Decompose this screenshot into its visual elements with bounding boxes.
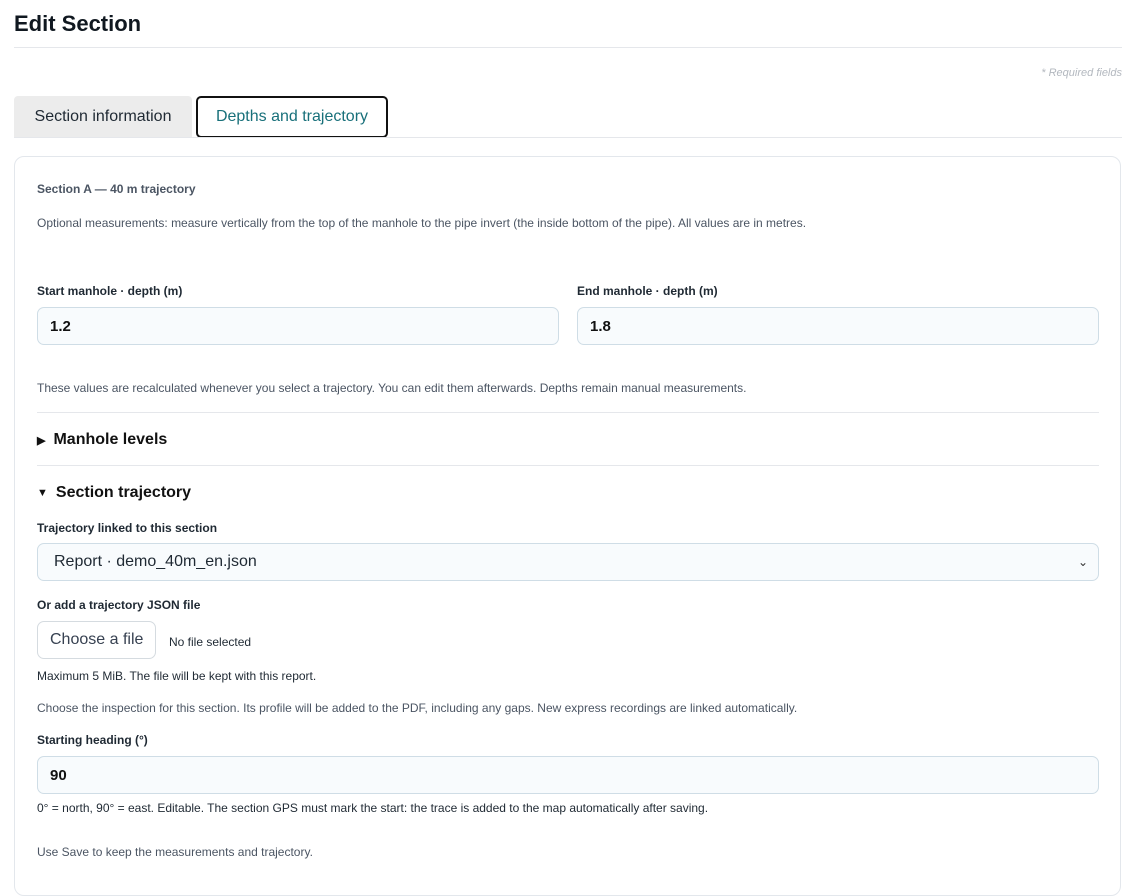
choose-file-button[interactable]: Choose a file (37, 621, 157, 659)
start-depth-label: Start manhole · depth (m) (37, 284, 183, 298)
measurement-intro: Optional measurements: measure verticall… (37, 216, 807, 230)
depths-trajectory-panel: Section A — 40 m trajectory Optional mea… (14, 156, 1121, 896)
starting-heading-input[interactable]: 90 (37, 756, 1099, 794)
end-depth-label: End manhole · depth (m) (577, 284, 718, 298)
tabs-divider (14, 137, 1122, 138)
trajectory-select[interactable]: Report · demo_40m_en.json ⌄ (37, 543, 1099, 581)
file-size-hint: Maximum 5 MiB. The file will be kept wit… (37, 669, 317, 683)
manhole-levels-toggle[interactable]: ▶ Manhole levels (37, 431, 167, 449)
end-depth-input[interactable]: 1.8 (577, 307, 1099, 345)
recalculation-note: These values are recalculated whenever y… (37, 381, 747, 395)
file-upload-label: Or add a trajectory JSON file (37, 598, 201, 612)
page-title: Edit Section (14, 11, 142, 36)
title-divider (14, 47, 1122, 48)
tab-bar: Section information Depths and trajector… (14, 96, 388, 138)
triangle-down-icon: ▼ (37, 487, 48, 499)
file-status: No file selected (169, 635, 252, 649)
section-trajectory-toggle[interactable]: ▼ Section trajectory (37, 484, 191, 502)
heading-label: Starting heading (°) (37, 733, 148, 747)
chevron-down-icon: ⌄ (1077, 555, 1088, 569)
save-note: Use Save to keep the measurements and tr… (37, 845, 313, 859)
triangle-right-icon: ▶ (37, 434, 46, 447)
section-trajectory-label: Section trajectory (55, 484, 192, 501)
divider (37, 412, 1099, 413)
section-heading: Section A — 40 m trajectory (37, 182, 196, 196)
manhole-levels-label: Manhole levels (53, 431, 168, 448)
trajectory-select-label: Trajectory linked to this section (37, 521, 218, 535)
start-depth-input[interactable]: 1.2 (37, 307, 559, 345)
inspection-note: Choose the inspection for this section. … (37, 701, 798, 715)
divider (37, 465, 1099, 466)
heading-hint: 0° = north, 90° = east. Editable. The se… (37, 801, 709, 815)
trajectory-select-value: Report · demo_40m_en.json (54, 553, 257, 570)
tab-section-information[interactable]: Section information (14, 96, 192, 138)
required-fields-note: * Required fields (1041, 67, 1122, 79)
tab-depths-and-trajectory[interactable]: Depths and trajectory (196, 96, 388, 138)
edit-section-page: Edit Section * Required fields Section i… (0, 0, 1136, 896)
